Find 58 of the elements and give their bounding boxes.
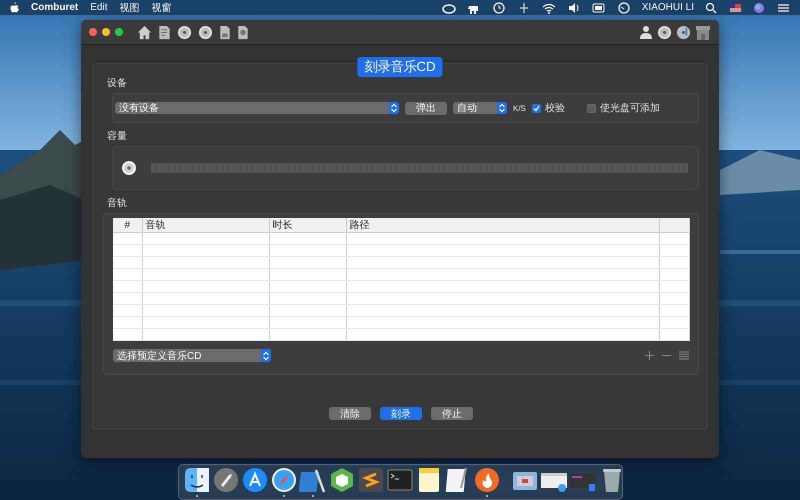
battery-icon[interactable] (592, 2, 606, 14)
menu-item[interactable]: 视图 (119, 0, 140, 14)
user-name[interactable]: XIAOHUI LI (642, 2, 694, 13)
flame-icon[interactable] (473, 466, 501, 494)
app-menu[interactable]: Comburet (31, 2, 78, 13)
clock-icon[interactable] (492, 2, 506, 14)
column-header[interactable]: 时长 (269, 218, 346, 232)
home-icon[interactable] (137, 24, 152, 40)
speed-unit: K/S (513, 104, 526, 112)
verify-checkbox[interactable]: 校验 (532, 101, 565, 115)
disc-icon[interactable] (657, 24, 672, 40)
apple-icon[interactable] (10, 2, 19, 13)
list-icon[interactable] (777, 2, 790, 14)
minimize-button[interactable] (102, 28, 110, 36)
disc-icon (121, 160, 137, 176)
menu-item[interactable]: 视窗 (151, 0, 172, 14)
mode-tab[interactable]: 刻录音乐CD (357, 57, 443, 77)
search-icon[interactable] (705, 2, 718, 14)
menu-item[interactable]: Edit (90, 2, 108, 13)
file-icon[interactable] (219, 24, 231, 40)
chevrons-icon (498, 103, 506, 113)
appendable-checkbox[interactable]: 使光盘可添加 (586, 101, 660, 115)
s-logo-icon[interactable] (357, 466, 385, 494)
dial-icon[interactable] (616, 2, 631, 14)
orb-icon[interactable] (753, 2, 766, 14)
column-header[interactable]: 音轨 (142, 218, 269, 232)
document-icon[interactable] (158, 24, 171, 40)
speed-popup[interactable]: 自动 (453, 102, 507, 114)
section-label: 设备 (107, 77, 127, 90)
section-label: 容量 (107, 130, 127, 143)
drive-popup[interactable]: 没有设备 (115, 102, 399, 114)
cube-icon[interactable] (328, 466, 356, 494)
action-button[interactable]: 清除 (329, 407, 371, 420)
action-button[interactable]: 刻录 (380, 407, 422, 420)
section-label: 音轨 (107, 196, 127, 210)
app-store-icon[interactable] (241, 466, 269, 494)
action-button[interactable]: 停止 (431, 407, 473, 420)
flag-icon[interactable] (729, 2, 742, 14)
wifi-icon[interactable] (542, 2, 556, 14)
zoom-button[interactable] (115, 28, 123, 36)
store-icon[interactable] (695, 24, 711, 40)
add-icon[interactable] (645, 351, 654, 360)
music-disc-icon[interactable] (676, 24, 691, 40)
column-header[interactable]: 路径 (346, 218, 659, 232)
column-header[interactable]: # (113, 218, 142, 232)
disc-file-icon[interactable] (237, 24, 249, 40)
volume-icon[interactable] (566, 2, 581, 14)
close-button[interactable] (89, 28, 97, 36)
chevrons-icon (262, 350, 270, 360)
disc-icon[interactable] (177, 24, 192, 40)
preset-popup[interactable]: 选择预定义音乐CD (113, 349, 271, 362)
compass-icon[interactable] (270, 466, 298, 494)
eject-button[interactable]: 弹出 (405, 102, 447, 114)
person-icon[interactable] (639, 25, 653, 39)
chevrons-icon (390, 103, 398, 113)
disc-add-icon[interactable] (198, 24, 213, 40)
finder-icon[interactable] (183, 466, 211, 494)
checkmark-icon (532, 104, 540, 112)
